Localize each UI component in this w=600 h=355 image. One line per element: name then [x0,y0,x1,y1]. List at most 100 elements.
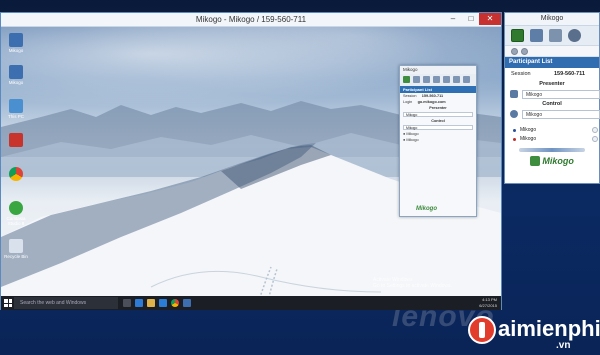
remote-login-label: Login [403,100,413,104]
participant-options-icon[interactable] [592,136,598,142]
remote-control-heading: Control [431,119,445,123]
edge-icon[interactable] [135,299,143,307]
desktop-icon-mikogo-2[interactable]: Mikogo [3,65,29,85]
participant-row[interactable]: Mikogo [505,135,599,144]
mikogo-subbar [505,46,599,57]
activate-windows-notice: Activate Windows Go to Settings to activ… [373,277,452,289]
desktop-icon-chrome[interactable] [3,167,29,182]
remote-desktop[interactable]: Mikogo Mikogo This PC Camtasia Studio 8 … [1,27,501,310]
participant-name: Mikogo [520,136,537,142]
desktop-icon-label: This PC [7,114,24,119]
mikogo-taskbar-icon[interactable] [183,299,191,307]
taskbar-clock[interactable]: 4:13 PM 6/27/2015 [479,297,497,309]
chrome-taskbar-icon[interactable] [171,299,179,307]
participant-list-header: Participant List [505,57,599,68]
grid-tool-icon[interactable] [443,76,450,83]
remote-mikogo-panel: Mikogo Participant List Session 159-560-… [399,65,477,217]
remote-login-value: go.mikogo.com [417,100,446,104]
participant-row[interactable]: Mikogo [505,126,599,135]
window-tool-icon[interactable] [453,76,460,83]
remote-participant-name: Mikogo [406,138,419,142]
participant-status-dot [513,129,516,132]
session-row: Session 159-560-711 [505,68,599,80]
participants-list-icon[interactable] [511,29,524,42]
viewer-window: Mikogo - Mikogo / 159-560-711 – □ ✕ Miko… [0,12,502,310]
link-tool-icon[interactable] [463,76,470,83]
site-logo-tld: .vn [556,340,571,351]
remote-taskbar: Search the web and Windows 4:13 PM 6/27/… [1,296,501,310]
presenter-row: Mikogo [505,89,600,100]
activate-windows-subtitle: Go to Settings to activate Windows. [373,283,452,289]
session-label: Session [511,71,531,77]
maximize-button[interactable]: □ [463,13,479,25]
remote-panel-toolbar [400,74,476,86]
remote-session-value: 159-560-711 [421,94,444,98]
back-icon[interactable] [511,48,518,55]
mikogo-panel-titlebar[interactable]: Mikogo [505,13,599,26]
camtasia-icon [9,201,23,215]
computer-icon [9,99,23,113]
share-tool-icon[interactable] [433,76,440,83]
control-row: Mikogo [505,109,600,120]
session-id: 159-560-711 [554,71,585,77]
site-logo: aimienphi .vn [468,312,600,352]
presenter-select[interactable]: Mikogo [522,90,600,99]
chrome-icon [9,167,23,181]
presenter-heading: Presenter [539,81,565,87]
mikogo-panel: Mikogo Participant List Session 159-560-… [504,12,600,184]
task-view-icon[interactable] [123,299,131,307]
mikogo-panel-title: Mikogo [540,15,564,22]
control-select[interactable]: Mikogo [522,110,600,119]
mikogo-logo-text: Mikogo [542,156,574,166]
mikogo-logo-icon [530,156,541,166]
desktop-icon-recycle-bin[interactable]: Recycle Bin [3,239,29,259]
taskbar-search-input[interactable]: Search the web and Windows [14,297,118,309]
remote-presenter-select[interactable]: Mikogo [403,112,473,117]
close-button[interactable]: ✕ [479,13,501,25]
viewer-title: Mikogo - Mikogo / 159-560-711 [195,15,307,24]
viewer-titlebar[interactable]: Mikogo - Mikogo / 159-560-711 – □ ✕ [1,13,501,27]
settings-globe-icon[interactable] [568,29,581,42]
pen-tool-icon[interactable] [413,76,420,83]
remote-session-label: Session [403,94,417,98]
store-icon[interactable] [159,299,167,307]
mikogo-logo: Mikogo [505,152,599,170]
recycle-bin-icon [9,239,23,253]
share-screen-icon[interactable] [549,29,562,42]
desktop-icon-app-red[interactable] [3,133,29,148]
clock-date: 6/27/2015 [479,303,497,308]
minimize-button[interactable]: – [445,13,461,25]
participant-options-icon[interactable] [592,127,598,133]
participant-name: Mikogo [520,127,537,133]
desktop-icon-label: Recycle Bin [4,254,28,259]
desktop-icon-mikogo-1[interactable]: Mikogo [3,33,29,53]
desktop-icon-label: Mikogo [8,48,24,53]
app-icon [9,133,23,147]
mouse-control-icon [510,110,518,118]
windows-start-icon[interactable] [4,299,12,307]
desktop-icon-this-pc[interactable]: This PC [3,99,29,119]
site-logo-name: aimienphi [498,316,600,341]
remote-control-select[interactable]: Mikogo [403,125,473,130]
remote-presenter-heading: Presenter [429,106,447,110]
remote-participant-name: Mikogo [406,132,419,136]
mikogo-app-icon [9,65,23,79]
headset-tool-icon[interactable] [423,76,430,83]
mikogo-toolbar [505,26,599,46]
file-explorer-icon[interactable] [147,299,155,307]
desktop-icon-label: Camtasia Studio 8 [6,216,26,226]
forward-icon[interactable] [521,48,528,55]
remote-section-header: Participant List [400,86,476,93]
participants-tool-icon[interactable] [403,76,410,83]
remote-mikogo-logo: Mikogo [416,206,437,212]
control-heading: Control [542,101,562,107]
presenter-icon [510,90,518,98]
desktop-icon-camtasia[interactable]: Camtasia Studio 8 [3,201,29,226]
desktop-icon-label: Mikogo [8,80,24,85]
remote-panel-title: Mikogo [400,66,476,74]
participant-status-dot [513,138,516,141]
remote-participant-row[interactable]: ● Mikogo [400,137,476,143]
mikogo-app-icon [9,33,23,47]
meeting-tools-icon[interactable] [530,29,543,42]
site-logo-icon [468,316,496,344]
